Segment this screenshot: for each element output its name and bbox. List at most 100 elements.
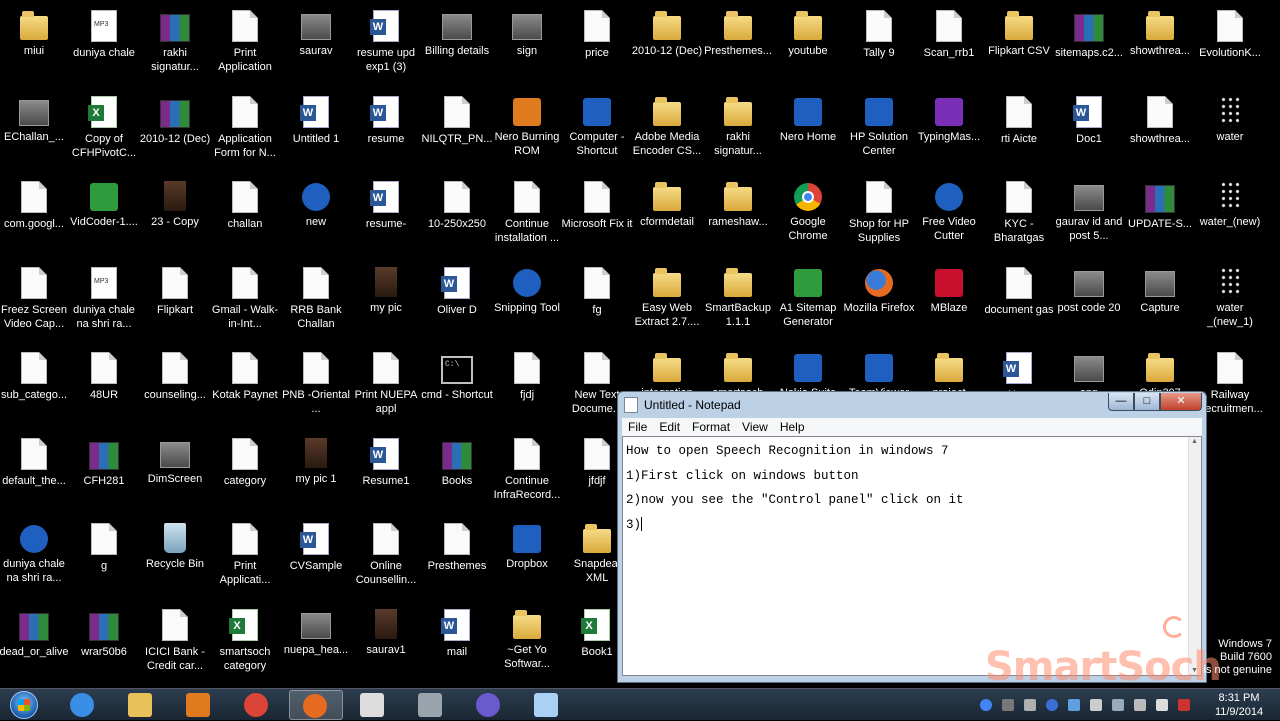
desktop-icon[interactable]: nuepa_hea... [280,603,352,681]
usb-icon[interactable] [1002,699,1014,711]
desktop-icon[interactable]: Flipkart [139,261,211,339]
notepad-window[interactable]: Untitled - Notepad — □ ✕ File Edit Forma… [617,391,1207,683]
desktop-icon[interactable]: saurav [280,4,352,82]
desktop-icon[interactable]: PNB -Oriental ... [280,346,352,424]
menu-view[interactable]: View [736,420,774,434]
desktop-icon[interactable]: Continue InfraRecord... [491,432,563,510]
menu-edit[interactable]: Edit [653,420,686,434]
monitor-icon[interactable] [1134,699,1146,711]
taskbar-item[interactable] [231,690,285,720]
desktop-icon[interactable]: Doc1 [1053,90,1125,168]
desktop-icon[interactable]: Oliver D [421,261,493,339]
minimize-button[interactable]: — [1108,393,1134,411]
desktop-icon[interactable]: A1 Sitemap Generator [772,261,844,339]
desktop-icon[interactable]: Presthemes [421,517,493,595]
desktop-icon[interactable]: Free Video Cutter [913,175,985,253]
desktop-icon[interactable]: rakhi signatur... [139,4,211,82]
desktop-icon[interactable]: Nero Burning ROM [491,90,563,168]
desktop-icon[interactable]: Scan_rrb1 [913,4,985,82]
desktop-icon[interactable]: 48UR [68,346,140,424]
network-tray-icon[interactable] [1068,699,1080,711]
close-button[interactable]: ✕ [1160,393,1202,411]
desktop-icon[interactable]: youtube [772,4,844,82]
desktop-icon[interactable]: Easy Web Extract 2.7.... [631,261,703,339]
desktop-icon[interactable]: price [561,4,633,82]
desktop-icon[interactable]: my pic 1 [280,432,352,510]
desktop-icon[interactable]: Tally 9 [843,4,915,82]
desktop-icon[interactable]: SmartBackup 1.1.1 [702,261,774,339]
taskbar-item[interactable] [173,690,227,720]
antivirus-icon[interactable] [1024,699,1036,711]
desktop-icon[interactable]: gaurav id and post 5... [1053,175,1125,253]
desktop-icon[interactable]: Books [421,432,493,510]
desktop-icon[interactable]: Nero Home [772,90,844,168]
taskbar-item[interactable] [463,690,517,720]
start-button[interactable] [4,690,44,720]
desktop-icon[interactable]: fg [561,261,633,339]
desktop-icon[interactable]: Untitled 1 [280,90,352,168]
desktop-icon[interactable]: Resume1 [350,432,422,510]
desktop-icon[interactable]: EvolutionK... [1194,4,1266,82]
taskbar-item[interactable] [57,690,111,720]
desktop-icon[interactable]: duniya chale [68,4,140,82]
desktop-icon[interactable]: rakhi signatur... [702,90,774,168]
desktop-icon[interactable]: resume- [350,175,422,253]
menu-file[interactable]: File [622,420,653,434]
desktop-icon[interactable]: sitemaps.c2... [1053,4,1125,82]
desktop-icon[interactable]: water [1194,90,1266,168]
clock[interactable]: 8:31 PM 11/9/2014 [1204,689,1274,721]
maximize-button[interactable]: □ [1134,393,1160,411]
desktop-icon[interactable]: Print Applicati... [209,517,281,595]
desktop-icon[interactable]: 23 - Copy [139,175,211,253]
desktop-icon[interactable]: wrar50b6 [68,603,140,681]
desktop-icon[interactable]: cformdetail [631,175,703,253]
desktop-icon[interactable]: new [280,175,352,253]
taskbar-item[interactable] [289,690,343,720]
desktop-icon[interactable]: Adobe Media Encoder CS... [631,90,703,168]
desktop-icon[interactable]: counseling... [139,346,211,424]
desktop-icon[interactable]: Online Counsellin... [350,517,422,595]
desktop-icon[interactable]: miui [0,4,70,82]
desktop-icon[interactable]: TypingMas... [913,90,985,168]
desktop-icon[interactable]: Mozilla Firefox [843,261,915,339]
desktop-icon[interactable]: MBlaze [913,261,985,339]
desktop-icon[interactable]: ~Get Yo Softwar... [491,603,563,681]
desktop-icon[interactable]: duniya chale na shri ra... [0,517,70,595]
desktop-icon[interactable]: water _(new_1) [1194,261,1266,339]
vertical-scrollbar[interactable] [1188,437,1201,675]
desktop-icon[interactable]: saurav1 [350,603,422,681]
desktop-icon[interactable]: document gas [983,261,1055,339]
desktop-icon[interactable]: cmd - Shortcut [421,346,493,424]
desktop-icon[interactable]: showthrea... [1124,4,1196,82]
taskbar-item[interactable] [521,690,575,720]
desktop-icon[interactable]: ICICI Bank - Credit car... [139,603,211,681]
desktop-icon[interactable]: Microsoft Fix it [561,175,633,253]
desktop-icon[interactable]: 2010-12 (Dec) [631,4,703,82]
desktop-icon[interactable]: category [209,432,281,510]
taskbar-item[interactable] [347,690,401,720]
volume-muted-icon[interactable] [1178,699,1190,711]
desktop-icon[interactable]: EChallan_... [0,90,70,168]
desktop-icon[interactable]: 2010-12 (Dec) [139,90,211,168]
desktop-icon[interactable]: Snipping Tool [491,261,563,339]
desktop-icon[interactable]: Flipkart CSV [983,4,1055,82]
desktop-icon[interactable]: Kotak Paynet [209,346,281,424]
desktop-icon[interactable]: VidCoder-1.... [68,175,140,253]
menu-format[interactable]: Format [686,420,736,434]
desktop-icon[interactable]: default_the... [0,432,70,510]
menu-help[interactable]: Help [774,420,811,434]
desktop-icon[interactable]: my pic [350,261,422,339]
text-editor[interactable]: How to open Speech Recognition in window… [622,436,1202,676]
desktop-icon[interactable]: 10-250x250 [421,175,493,253]
desktop-icon[interactable]: dead_or_alive [0,603,70,681]
notepad-titlebar[interactable]: Untitled - Notepad [624,394,1104,416]
desktop-icon[interactable]: Print Application [209,4,281,82]
desktop-icon[interactable]: Freez Screen Video Cap... [0,261,70,339]
desktop-icon[interactable]: UPDATE-S... [1124,175,1196,253]
desktop-icon[interactable]: Billing details [421,4,493,82]
desktop-icon[interactable]: showthrea... [1124,90,1196,168]
desktop-icon[interactable]: duniya chale na shri ra... [68,261,140,339]
desktop-icon[interactable]: Continue installation ... [491,175,563,253]
desktop-icon[interactable]: smartsoch category [209,603,281,681]
desktop-icon[interactable]: DimScreen [139,432,211,510]
